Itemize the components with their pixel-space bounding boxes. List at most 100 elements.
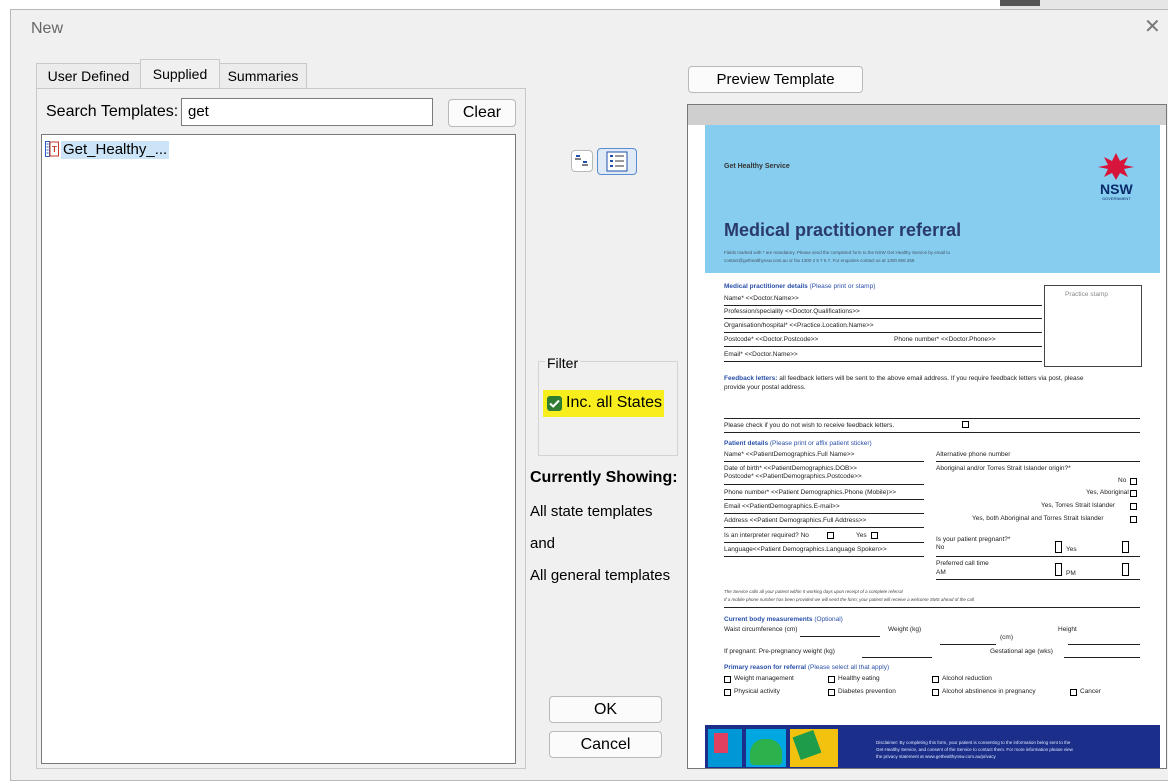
details-view-button[interactable]	[597, 148, 637, 175]
doc-service-name: Get Healthy Service	[724, 163, 790, 170]
field-postcode: Postcode* <<Doctor.Postcode>>	[724, 336, 819, 343]
aboriginal-yes: Yes, Aboriginal	[1086, 489, 1129, 496]
reason-eating-box	[828, 676, 835, 683]
ok-button[interactable]: OK	[549, 696, 662, 723]
pregnant-yes: Yes	[1066, 546, 1077, 553]
pregnant-question: Is your patient pregnant?*	[936, 536, 1011, 543]
doc-intro-line1: Fields marked with * are mandatory. Plea…	[724, 250, 951, 255]
rule	[724, 361, 1042, 362]
currently-showing-line2: and	[530, 535, 556, 552]
rule	[936, 461, 1140, 462]
tab-user-defined[interactable]: User Defined	[36, 63, 141, 88]
torres-strait-yes: Yes, Torres Strait Islander	[1041, 502, 1116, 509]
checkmark-icon	[549, 399, 560, 408]
call-time-pm: PM	[1066, 570, 1076, 577]
rule	[724, 346, 1042, 347]
template-list[interactable]	[41, 134, 516, 764]
tab-supplied[interactable]: Supplied	[140, 59, 220, 89]
doc-intro-line2: contact@gethealthynsw.com.au or fax 1300…	[724, 258, 915, 263]
disclaimer-line2: Get Healthy Service, and consent of the …	[876, 747, 1073, 752]
reason-eating: Healthy eating	[838, 675, 880, 682]
pregnant-yes-box	[1122, 541, 1129, 553]
rule	[724, 332, 1042, 333]
preview-top-bar	[688, 105, 1166, 125]
call-time-label: Preferred call time	[936, 560, 989, 567]
patient-dob: Date of birth* <<PatientDemographics.DOB…	[724, 465, 857, 472]
tab-summaries[interactable]: Summaries	[219, 63, 307, 88]
patient-address: Address <<Patient Demographics.Full Addr…	[724, 517, 867, 524]
rule	[724, 318, 1042, 319]
aboriginal-no: No	[1118, 477, 1127, 484]
preview-template-button[interactable]: Preview Template	[688, 66, 863, 93]
rule	[724, 542, 924, 543]
weight-label: Weight (kg)	[888, 626, 922, 633]
reason-alcohol-box	[932, 676, 939, 683]
small-icons-view-icon	[575, 155, 588, 166]
consent-line2: If a mobile phone number has been provid…	[724, 597, 974, 602]
currently-showing-line1: All state templates	[530, 503, 653, 520]
search-label: Search Templates:	[46, 103, 179, 120]
practice-stamp-label: Practice stamp	[1065, 291, 1108, 298]
close-icon[interactable]: ✕	[1144, 14, 1161, 39]
doc-title: Medical practitioner referral	[724, 220, 962, 240]
interpreter-yes: Yes	[856, 532, 867, 539]
patient-email: Email <<PatientDemographics.E-mail>>	[724, 503, 840, 510]
clear-button[interactable]: Clear	[448, 99, 516, 127]
patient-alt-phone: Alternative phone number	[936, 451, 1011, 458]
call-time-pm-box	[1122, 563, 1129, 576]
call-time-am-box	[1055, 563, 1062, 576]
section-reason-note: (Please select all that apply)	[807, 664, 890, 671]
section-body-title: Current body measurements	[724, 616, 813, 623]
reason-diabetes: Diabetes prevention	[838, 688, 896, 695]
inc-all-states-checkbox[interactable]	[547, 396, 562, 411]
rule	[936, 579, 1140, 580]
field-email: Email* <<Doctor.Name>>	[724, 351, 798, 358]
section-practitioner-title: Medical practitioner details	[724, 283, 808, 290]
patient-language: Language<<Patient Demographics.Language …	[724, 546, 887, 553]
reason-alcohol-pregnancy-box	[932, 689, 939, 696]
list-view-icon	[606, 151, 628, 172]
currently-showing-line3: All general templates	[530, 567, 671, 584]
section-patient-note: (Please print or affix patient sticker)	[769, 440, 872, 447]
nsw-waratah-logo	[1094, 151, 1138, 181]
gestational-age-label: Gestational age (wks)	[990, 648, 1053, 655]
patient-postcode: Postcode* <<PatientDemographics.Postcode…	[724, 473, 862, 480]
reason-diabetes-box	[828, 689, 835, 696]
reason-activity: Physical activity	[734, 688, 780, 695]
torres-strait-yes-box	[1130, 503, 1137, 510]
feedback-line2: provide your postal address.	[724, 384, 806, 391]
field-specialty: Profession/speciality <<Doctor.Qualifica…	[724, 308, 860, 315]
nsw-logo-text: NSW	[1100, 181, 1133, 197]
both-yes: Yes, both Aboriginal and Torres Strait I…	[972, 515, 1104, 522]
rule	[936, 556, 1140, 557]
pregnant-no-box	[1055, 541, 1062, 553]
call-time-am: AM	[936, 569, 946, 576]
section-practitioner-note: (Please print or stamp)	[809, 283, 876, 290]
feedback-title: Feedback letters:	[724, 375, 778, 382]
currently-showing-heading: Currently Showing:	[530, 469, 678, 486]
list-item-get-healthy[interactable]: Get_Healthy_...	[61, 141, 170, 159]
consent-line1: The Service calls all your patient withi…	[724, 589, 903, 594]
rule	[940, 644, 996, 645]
small-icons-view-button[interactable]	[571, 150, 593, 172]
pregnant-no: No	[936, 544, 945, 551]
section-practitioner-heading: Medical practitioner details (Please pri…	[724, 283, 875, 290]
patient-aboriginal-question: Aboriginal and/or Torres Strait Islander…	[936, 465, 1071, 472]
rule	[724, 484, 924, 485]
filter-label: Filter	[545, 355, 581, 371]
field-organisation: Organisation/hospital* <<Practice.Locati…	[724, 322, 874, 329]
field-phone: Phone number* <<Doctor.Phone>>	[894, 336, 996, 343]
rule	[724, 461, 924, 462]
reason-weight: Weight management	[734, 675, 794, 682]
footer-bottle-icon	[714, 733, 728, 753]
search-input[interactable]: get	[181, 98, 433, 126]
inc-all-states-label[interactable]: Inc. all States	[566, 394, 662, 412]
rule	[1068, 644, 1140, 645]
section-reason-title: Primary reason for referral	[724, 664, 807, 671]
cancel-button[interactable]: Cancel	[549, 731, 662, 758]
height-label: Height	[1058, 626, 1077, 633]
rule	[724, 527, 924, 528]
rule	[724, 305, 1042, 306]
disclaimer-line3: the privacy statement at www.gethealthyn…	[876, 754, 996, 759]
reason-weight-box	[724, 676, 731, 683]
